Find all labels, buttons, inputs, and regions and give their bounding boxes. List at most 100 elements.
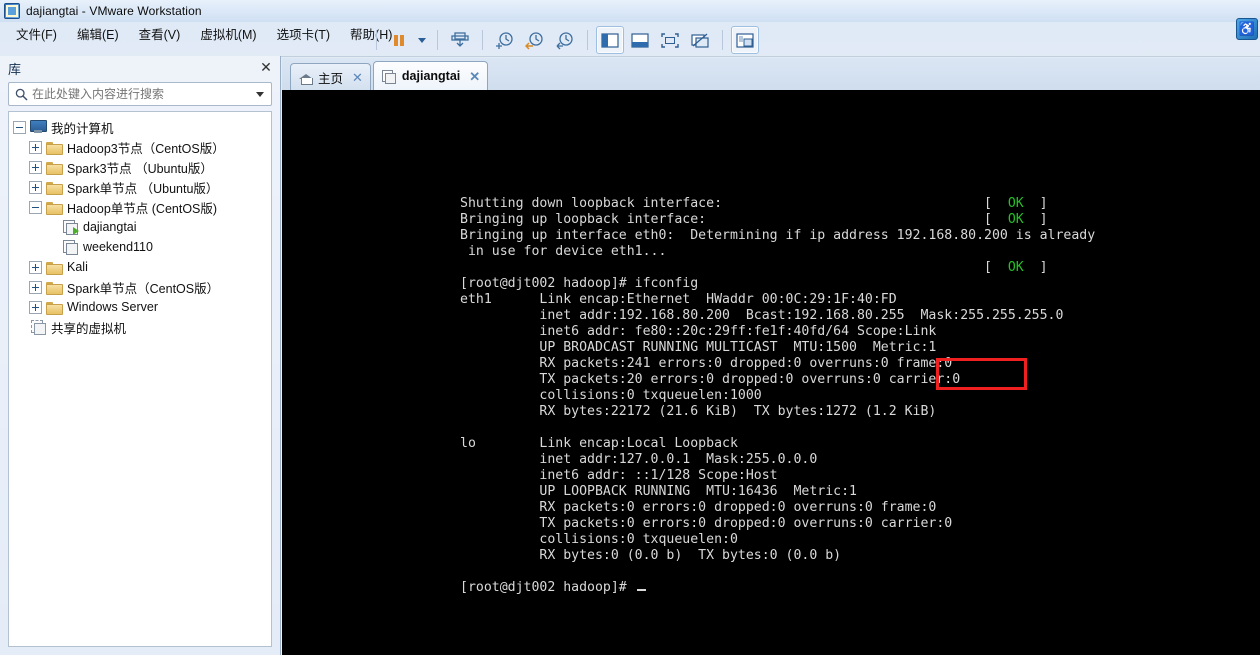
tab-dajiangtai[interactable]: dajiangtai ✕ bbox=[372, 61, 489, 90]
expand-collapse-icon[interactable] bbox=[29, 280, 42, 294]
terminal-line: Bringing up loopback interface: [ OK ] bbox=[460, 212, 1048, 227]
fullscreen-button[interactable] bbox=[656, 26, 684, 54]
snapshot-revert-button[interactable] bbox=[521, 26, 549, 54]
terminal-line: TX packets:20 errors:0 dropped:0 overrun… bbox=[460, 372, 961, 387]
terminal-line: Bringing up interface eth0: Determining … bbox=[460, 228, 1096, 243]
pause-icon bbox=[394, 35, 404, 46]
suspend-button[interactable] bbox=[385, 26, 413, 54]
console-view-button[interactable] bbox=[731, 26, 759, 54]
tree-item-label: Spark单节点（CentOS版） bbox=[67, 281, 220, 296]
expand-collapse-icon[interactable] bbox=[29, 300, 42, 314]
library-search-box[interactable] bbox=[8, 82, 272, 106]
menu-vm[interactable]: 虚拟机(M) bbox=[190, 22, 266, 45]
tab-label: 主页 bbox=[318, 71, 344, 86]
terminal-line: inet6 addr: ::1/128 Scope:Host bbox=[460, 468, 778, 483]
status-ok-badge: OK bbox=[991, 196, 1040, 211]
snapshot-revert-icon bbox=[525, 32, 543, 50]
tab-close-icon[interactable]: ✕ bbox=[352, 71, 363, 84]
library-tree: 我的计算机 Hadoop3节点（CentOS版） Spark3节点 （Ubuntu版… bbox=[8, 111, 272, 647]
expand-collapse-icon[interactable] bbox=[13, 120, 26, 134]
folder-icon bbox=[46, 161, 63, 175]
home-icon bbox=[299, 71, 313, 85]
terminal-cursor bbox=[636, 589, 646, 591]
tree-item-hadoop3-centos[interactable]: Hadoop3节点（CentOS版） bbox=[9, 137, 271, 157]
expand-collapse-icon[interactable] bbox=[29, 200, 42, 214]
terminal-line: inet addr:192.168.80.200 Bcast:192.168.8… bbox=[460, 308, 1064, 323]
tree-item-label: Spark3节点 （Ubuntu版） bbox=[67, 161, 213, 176]
search-input[interactable] bbox=[29, 86, 253, 102]
power-icon bbox=[451, 32, 469, 47]
tree-item-label: Hadoop单节点 (CentOS版) bbox=[67, 201, 218, 216]
thumbnail-bar-icon bbox=[631, 32, 649, 48]
title-bar: dajiangtai - VMware Workstation bbox=[0, 0, 1260, 22]
menu-view[interactable]: 查看(V) bbox=[129, 22, 191, 45]
search-icon bbox=[13, 88, 29, 101]
vm-console[interactable]: Shutting down loopback interface: [ OK ]… bbox=[282, 90, 1260, 655]
terminal-line: RX packets:241 errors:0 dropped:0 overru… bbox=[460, 356, 953, 371]
tab-close-icon[interactable]: ✕ bbox=[469, 70, 480, 83]
tab-strip: 主页 ✕ dajiangtai ✕ bbox=[282, 58, 1260, 90]
tree-item-label: 共享的虚拟机 bbox=[51, 321, 127, 336]
expand-collapse-icon[interactable] bbox=[29, 260, 42, 274]
tree-item-spark3-ubuntu[interactable]: Spark3节点 （Ubuntu版） bbox=[9, 157, 271, 177]
terminal-line: eth1 Link encap:Ethernet HWaddr 00:0C:29… bbox=[460, 292, 897, 307]
library-panel-icon bbox=[601, 32, 619, 48]
tree-item-label: Kali bbox=[67, 260, 88, 274]
expand-collapse-icon[interactable] bbox=[29, 160, 42, 174]
snapshot-manager-button[interactable] bbox=[551, 26, 579, 54]
terminal-line: in use for device eth1... bbox=[460, 244, 667, 259]
snapshot-manager-icon bbox=[556, 32, 573, 50]
power-button[interactable] bbox=[446, 26, 474, 54]
unity-mode-button[interactable] bbox=[686, 26, 714, 54]
tree-item-my-computer[interactable]: 我的计算机 bbox=[9, 117, 271, 137]
tree-item-dajiangtai[interactable]: dajiangtai bbox=[9, 217, 271, 237]
chevron-down-icon[interactable] bbox=[253, 92, 267, 97]
terminal-line: RX bytes:0 (0.0 b) TX bytes:0 (0.0 b) bbox=[460, 548, 842, 563]
folder-icon bbox=[46, 301, 63, 315]
toolbar-separator bbox=[722, 30, 723, 50]
tree-item-spark-single-ubuntu[interactable]: Spark单节点 （Ubuntu版） bbox=[9, 177, 271, 197]
toolbar-separator bbox=[587, 30, 588, 50]
tree-item-windows-server[interactable]: Windows Server bbox=[9, 297, 271, 317]
folder-icon bbox=[46, 201, 63, 215]
terminal-output: Shutting down loopback interface: [ OK ]… bbox=[460, 196, 1095, 596]
suspend-dropdown[interactable] bbox=[415, 26, 429, 54]
tree-item-hadoop-single-centos[interactable]: Hadoop单节点 (CentOS版) bbox=[9, 197, 271, 217]
show-thumbnail-bar-button[interactable] bbox=[626, 26, 654, 54]
menu-edit[interactable]: 编辑(E) bbox=[67, 22, 129, 45]
tree-item-label: Hadoop3节点（CentOS版） bbox=[67, 141, 225, 156]
tree-item-label: Spark单节点 （Ubuntu版） bbox=[67, 181, 219, 196]
terminal-line: RX bytes:22172 (21.6 KiB) TX bytes:1272 … bbox=[460, 404, 937, 419]
vm-icon bbox=[62, 240, 78, 255]
terminal-line: collisions:0 txqueuelen:0 bbox=[460, 532, 738, 547]
vmware-icon bbox=[4, 3, 20, 19]
shared-vm-icon bbox=[30, 320, 46, 335]
tree-item-spark-single-centos[interactable]: Spark单节点（CentOS版） bbox=[9, 277, 271, 297]
toolbar bbox=[370, 22, 759, 58]
tree-item-kali[interactable]: Kali bbox=[9, 257, 271, 277]
close-icon[interactable]: ✕ bbox=[258, 60, 274, 76]
tab-home[interactable]: 主页 ✕ bbox=[290, 63, 371, 90]
terminal-line: TX packets:0 errors:0 dropped:0 overruns… bbox=[460, 516, 953, 531]
tab-label: dajiangtai bbox=[401, 69, 461, 83]
tree-item-label: Windows Server bbox=[67, 300, 158, 314]
fullscreen-icon bbox=[661, 32, 679, 48]
menu-file[interactable]: 文件(F) bbox=[6, 22, 67, 45]
expand-collapse-icon[interactable] bbox=[29, 180, 42, 194]
tree-item-weekend110[interactable]: weekend110 bbox=[9, 237, 271, 257]
show-library-button[interactable] bbox=[596, 26, 624, 54]
tree-item-shared-vms[interactable]: 共享的虚拟机 bbox=[9, 317, 271, 337]
terminal-line: [root@djt002 hadoop]# ifconfig bbox=[460, 276, 699, 291]
snapshot-take-button[interactable] bbox=[491, 26, 519, 54]
tree-item-label: 我的计算机 bbox=[51, 121, 114, 136]
menu-tabs[interactable]: 选项卡(T) bbox=[267, 22, 340, 45]
folder-icon bbox=[46, 281, 63, 295]
window-title: dajiangtai - VMware Workstation bbox=[26, 4, 202, 18]
terminal-line: collisions:0 txqueuelen:1000 bbox=[460, 388, 762, 403]
expand-collapse-icon[interactable] bbox=[29, 140, 42, 154]
toolbar-separator bbox=[482, 30, 483, 50]
folder-icon bbox=[46, 141, 63, 155]
folder-icon bbox=[46, 181, 63, 195]
terminal-line: UP BROADCAST RUNNING MULTICAST MTU:1500 … bbox=[460, 340, 937, 355]
